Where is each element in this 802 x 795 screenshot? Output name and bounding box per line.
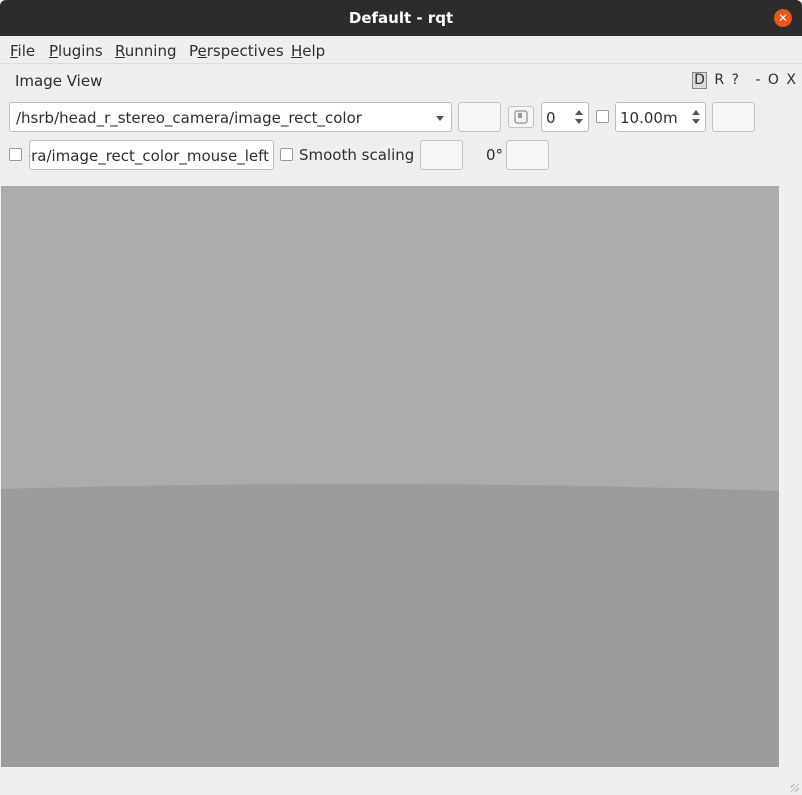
window-title: Default - rqt <box>348 9 454 27</box>
save-icon <box>514 110 528 124</box>
menu-file[interactable]: File <box>10 42 35 60</box>
title-bar: Default - rqt ✕ <box>0 0 802 36</box>
topic-value: /hsrb/head_r_stereo_camera/image_rect_co… <box>16 109 362 127</box>
topic-select[interactable]: /hsrb/head_r_stereo_camera/image_rect_co… <box>9 102 452 132</box>
rotate-left-button[interactable] <box>420 140 463 170</box>
smooth-scaling-label: Smooth scaling <box>299 146 415 164</box>
smooth-scaling-checkbox[interactable] <box>280 148 293 161</box>
r-button[interactable]: R <box>714 72 724 88</box>
image-view[interactable] <box>1 186 779 767</box>
chevron-down-icon <box>436 116 444 121</box>
image-floor <box>1 483 779 767</box>
d-button[interactable]: D <box>692 72 707 89</box>
arrow-down-icon[interactable] <box>575 119 583 124</box>
menu-running[interactable]: Running <box>115 42 176 60</box>
minimize-button[interactable]: - <box>755 72 760 88</box>
help-button[interactable]: ? <box>732 72 739 88</box>
arrow-down-icon[interactable] <box>692 119 700 124</box>
arrow-up-icon[interactable] <box>692 110 700 115</box>
menu-help[interactable]: Help <box>291 42 325 60</box>
rotation-label: 0° <box>486 146 504 164</box>
menu-perspectives[interactable]: Perspectives <box>189 42 284 60</box>
max-range-value: 10.00m <box>620 109 678 127</box>
camera-image[interactable] <box>1 186 779 767</box>
save-image-button[interactable] <box>508 106 534 128</box>
colormap-button[interactable] <box>712 102 755 132</box>
menu-bar: File Plugins Running Perspectives Help <box>0 36 802 64</box>
publish-click-checkbox[interactable] <box>9 148 22 161</box>
mouse-topic-value: era/image_rect_color_mouse_left <box>29 147 269 165</box>
plugin-title: Image View <box>15 72 103 90</box>
rotate-right-button[interactable] <box>506 140 549 170</box>
refresh-topics-button[interactable] <box>458 102 501 132</box>
dock-widget-buttons: D R ? - O X <box>689 72 796 89</box>
smoothing-value: 0 <box>546 109 556 127</box>
max-range-spinbox[interactable]: 10.00m <box>615 102 706 132</box>
dynamic-range-checkbox[interactable] <box>596 110 609 123</box>
close-icon[interactable]: ✕ <box>774 9 792 27</box>
arrow-up-icon[interactable] <box>575 110 583 115</box>
mouse-topic-input[interactable]: era/image_rect_color_mouse_left <box>29 140 274 170</box>
menu-plugins[interactable]: Plugins <box>49 42 103 60</box>
float-button[interactable]: O <box>768 72 779 88</box>
close-plugin-button[interactable]: X <box>786 72 796 88</box>
smoothing-spinbox[interactable]: 0 <box>541 102 589 132</box>
resize-grip[interactable] <box>791 784 799 792</box>
